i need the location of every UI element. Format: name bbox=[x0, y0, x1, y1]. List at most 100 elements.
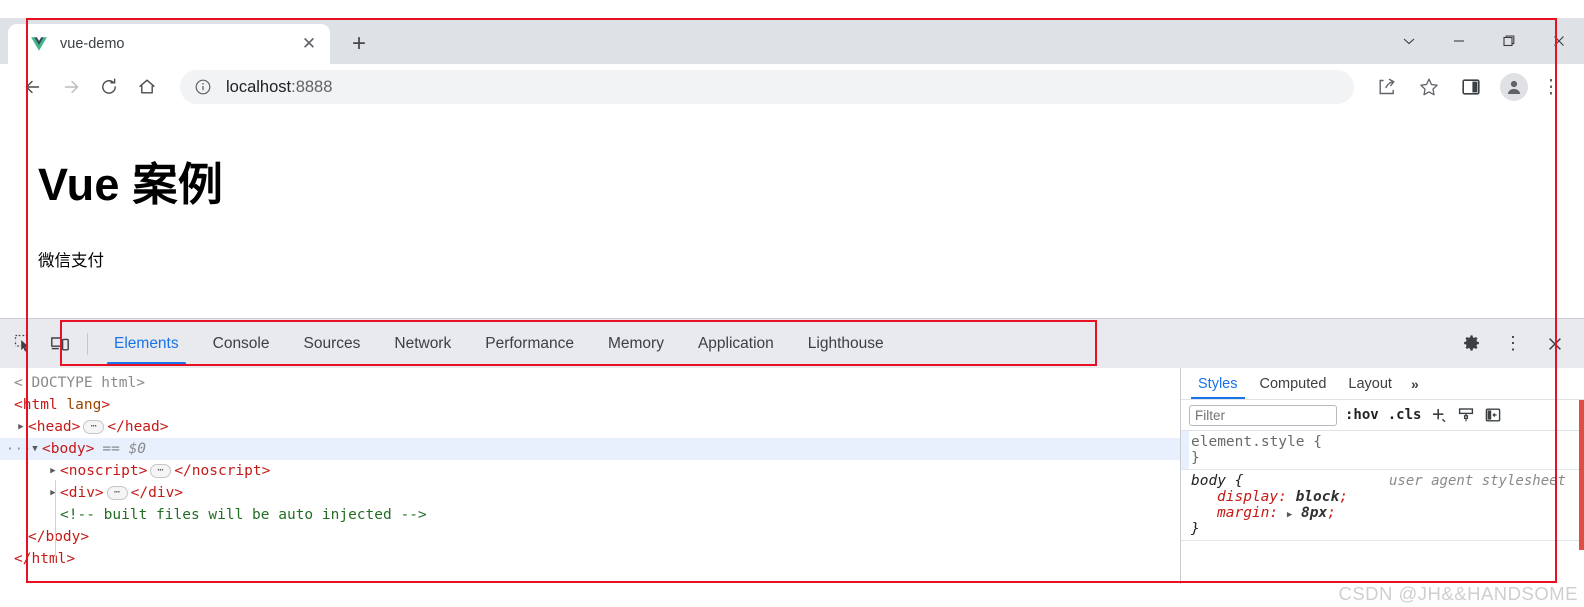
tab-performance[interactable]: Performance bbox=[468, 319, 591, 368]
styles-filter-input[interactable] bbox=[1189, 404, 1337, 426]
new-style-rule-icon[interactable] bbox=[1429, 405, 1449, 425]
declaration-value[interactable]: block bbox=[1296, 489, 1340, 505]
rule-body[interactable]: user agent stylesheet body { display: bl… bbox=[1181, 470, 1584, 541]
head-close: </head> bbox=[107, 419, 169, 435]
url-host: localhost bbox=[226, 77, 292, 96]
bookmark-star-icon[interactable] bbox=[1410, 68, 1448, 106]
gear-icon[interactable] bbox=[1456, 329, 1486, 359]
profile-avatar-icon[interactable] bbox=[1500, 73, 1528, 101]
rule-selector[interactable]: element.style { bbox=[1191, 434, 1584, 450]
inspect-element-icon[interactable] bbox=[9, 329, 39, 359]
reload-icon[interactable] bbox=[90, 68, 128, 106]
back-icon[interactable] bbox=[14, 68, 52, 106]
restore-icon[interactable] bbox=[1484, 18, 1534, 64]
dom-row-doctype[interactable]: <!DOCTYPE html> bbox=[0, 372, 1180, 394]
hov-toggle[interactable]: :hov bbox=[1344, 407, 1380, 423]
browser-toolbar: localhost:8888 ⋮ bbox=[0, 64, 1584, 110]
declaration-value[interactable]: 8px bbox=[1301, 505, 1327, 521]
address-bar[interactable]: localhost:8888 bbox=[180, 70, 1354, 104]
browser-tab-vue-demo[interactable]: vue-demo ✕ bbox=[8, 24, 330, 64]
tab-application[interactable]: Application bbox=[681, 319, 791, 368]
tab-lighthouse[interactable]: Lighthouse bbox=[791, 319, 901, 368]
collapsed-content-icon[interactable]: ⋯ bbox=[106, 486, 128, 500]
tab-computed[interactable]: Computed bbox=[1249, 368, 1338, 399]
toolbar-divider bbox=[87, 332, 88, 355]
devtools-body: <!DOCTYPE html> < html lang > ▶ <head> ⋯ </h… bbox=[0, 368, 1584, 584]
declaration-semicolon: ; bbox=[1327, 505, 1336, 521]
browser-window: vue-demo ✕ + localhost:8888 ⋮ Vue 案例 微信支… bbox=[0, 0, 1584, 607]
close-window-icon[interactable] bbox=[1534, 18, 1584, 64]
body-selection-marker: == $0 bbox=[102, 441, 147, 457]
tab-elements[interactable]: Elements bbox=[97, 319, 196, 368]
html-tag-name: html bbox=[22, 397, 58, 413]
close-icon[interactable]: ✕ bbox=[298, 33, 320, 55]
minimize-icon[interactable] bbox=[1434, 18, 1484, 64]
tab-styles[interactable]: Styles bbox=[1187, 368, 1249, 399]
tab-title: vue-demo bbox=[60, 36, 125, 52]
devtools-more-icon[interactable]: ⋮ bbox=[1498, 329, 1528, 359]
devtools-toolbar: Elements Console Sources Network Perform… bbox=[0, 319, 1584, 368]
div-open: <div> bbox=[60, 485, 104, 501]
chevron-down-icon[interactable] bbox=[1384, 18, 1434, 64]
collapsed-content-icon[interactable]: ⋯ bbox=[150, 464, 172, 478]
home-icon[interactable] bbox=[128, 68, 166, 106]
rule-selected-marker bbox=[1181, 431, 1189, 469]
toggle-sidebar-icon[interactable] bbox=[1483, 405, 1503, 425]
styles-scrollbar[interactable] bbox=[1579, 400, 1584, 550]
tab-memory[interactable]: Memory bbox=[591, 319, 681, 368]
dom-row-noscript[interactable]: ▶ <noscript> ⋯ </noscript> bbox=[0, 460, 1180, 482]
watermark-text: CSDN @JH&&HANDSOME bbox=[1338, 583, 1578, 604]
new-tab-button[interactable]: + bbox=[342, 27, 376, 61]
info-circle-icon[interactable] bbox=[194, 78, 212, 96]
html-comment-text: <!-- built files will be auto injected -… bbox=[60, 507, 427, 523]
browser-menu-icon[interactable]: ⋮ bbox=[1532, 68, 1570, 106]
chevron-right-icon[interactable]: ▶ bbox=[14, 422, 28, 432]
declaration-semicolon: ; bbox=[1339, 489, 1348, 505]
html-lang-attr: lang bbox=[66, 397, 102, 413]
dom-row-div[interactable]: ▶ <div> ⋯ </div> bbox=[0, 482, 1180, 504]
collapsed-content-icon[interactable]: ⋯ bbox=[83, 420, 105, 434]
styles-filter-bar: :hov .cls bbox=[1181, 400, 1584, 431]
devtools-panel: Elements Console Sources Network Perform… bbox=[0, 318, 1584, 584]
dom-row-head[interactable]: ▶ <head> ⋯ </head> bbox=[0, 416, 1180, 438]
dom-row-html-close[interactable]: </html> bbox=[0, 548, 1180, 570]
forward-icon[interactable] bbox=[52, 68, 90, 106]
body-open: <body> bbox=[42, 441, 95, 457]
declaration-display[interactable]: display: block; bbox=[1191, 489, 1584, 505]
cls-toggle[interactable]: .cls bbox=[1387, 407, 1423, 423]
rule-closing-brace: } bbox=[1191, 450, 1200, 466]
tab-console[interactable]: Console bbox=[196, 319, 287, 368]
styles-sidebar-tabs: Styles Computed Layout » bbox=[1181, 368, 1584, 400]
declaration-property[interactable]: margin bbox=[1217, 505, 1269, 521]
more-tabs-icon[interactable]: » bbox=[1403, 368, 1427, 399]
doctype-text: <!DOCTYPE html> bbox=[14, 375, 145, 391]
rule-element-style[interactable]: element.style { } bbox=[1181, 431, 1584, 470]
declaration-margin[interactable]: margin: ▶ 8px; bbox=[1191, 505, 1584, 521]
styles-rules-list: element.style { } user agent stylesheet … bbox=[1181, 431, 1584, 541]
tab-layout[interactable]: Layout bbox=[1337, 368, 1403, 399]
side-panel-icon[interactable] bbox=[1452, 68, 1490, 106]
dom-row-comment[interactable]: <!-- built files will be auto injected -… bbox=[0, 504, 1180, 526]
style-rule-icon[interactable] bbox=[1456, 405, 1476, 425]
chevron-right-icon[interactable]: ▶ bbox=[46, 466, 60, 476]
devtools-close-icon[interactable] bbox=[1540, 329, 1570, 359]
declaration-colon: : bbox=[1269, 505, 1287, 521]
share-icon[interactable] bbox=[1368, 68, 1406, 106]
dom-tree[interactable]: <!DOCTYPE html> < html lang > ▶ <head> ⋯ </h… bbox=[0, 368, 1180, 584]
html-close-bracket: > bbox=[101, 397, 111, 413]
url-port: :8888 bbox=[291, 77, 333, 96]
dom-breadcrumb-dots-icon[interactable]: ··· bbox=[6, 443, 32, 456]
page-paragraph: 微信支付 bbox=[38, 252, 104, 270]
device-toolbar-icon[interactable] bbox=[45, 329, 75, 359]
window-controls bbox=[1384, 18, 1584, 64]
tab-strip: vue-demo ✕ + bbox=[0, 18, 1584, 64]
tab-sources[interactable]: Sources bbox=[287, 319, 378, 368]
declaration-property[interactable]: display bbox=[1217, 489, 1278, 505]
devtools-tab-list: Elements Console Sources Network Perform… bbox=[97, 319, 901, 368]
dom-row-body-close[interactable]: </body> bbox=[0, 526, 1180, 548]
dom-row-body[interactable]: ··· ▼ <body> == $0 bbox=[0, 438, 1180, 460]
dom-row-html-open[interactable]: < html lang > bbox=[0, 394, 1180, 416]
tab-network[interactable]: Network bbox=[377, 319, 468, 368]
devtools-toolbar-actions: ⋮ bbox=[1450, 319, 1576, 368]
chevron-right-icon[interactable]: ▶ bbox=[46, 488, 60, 498]
